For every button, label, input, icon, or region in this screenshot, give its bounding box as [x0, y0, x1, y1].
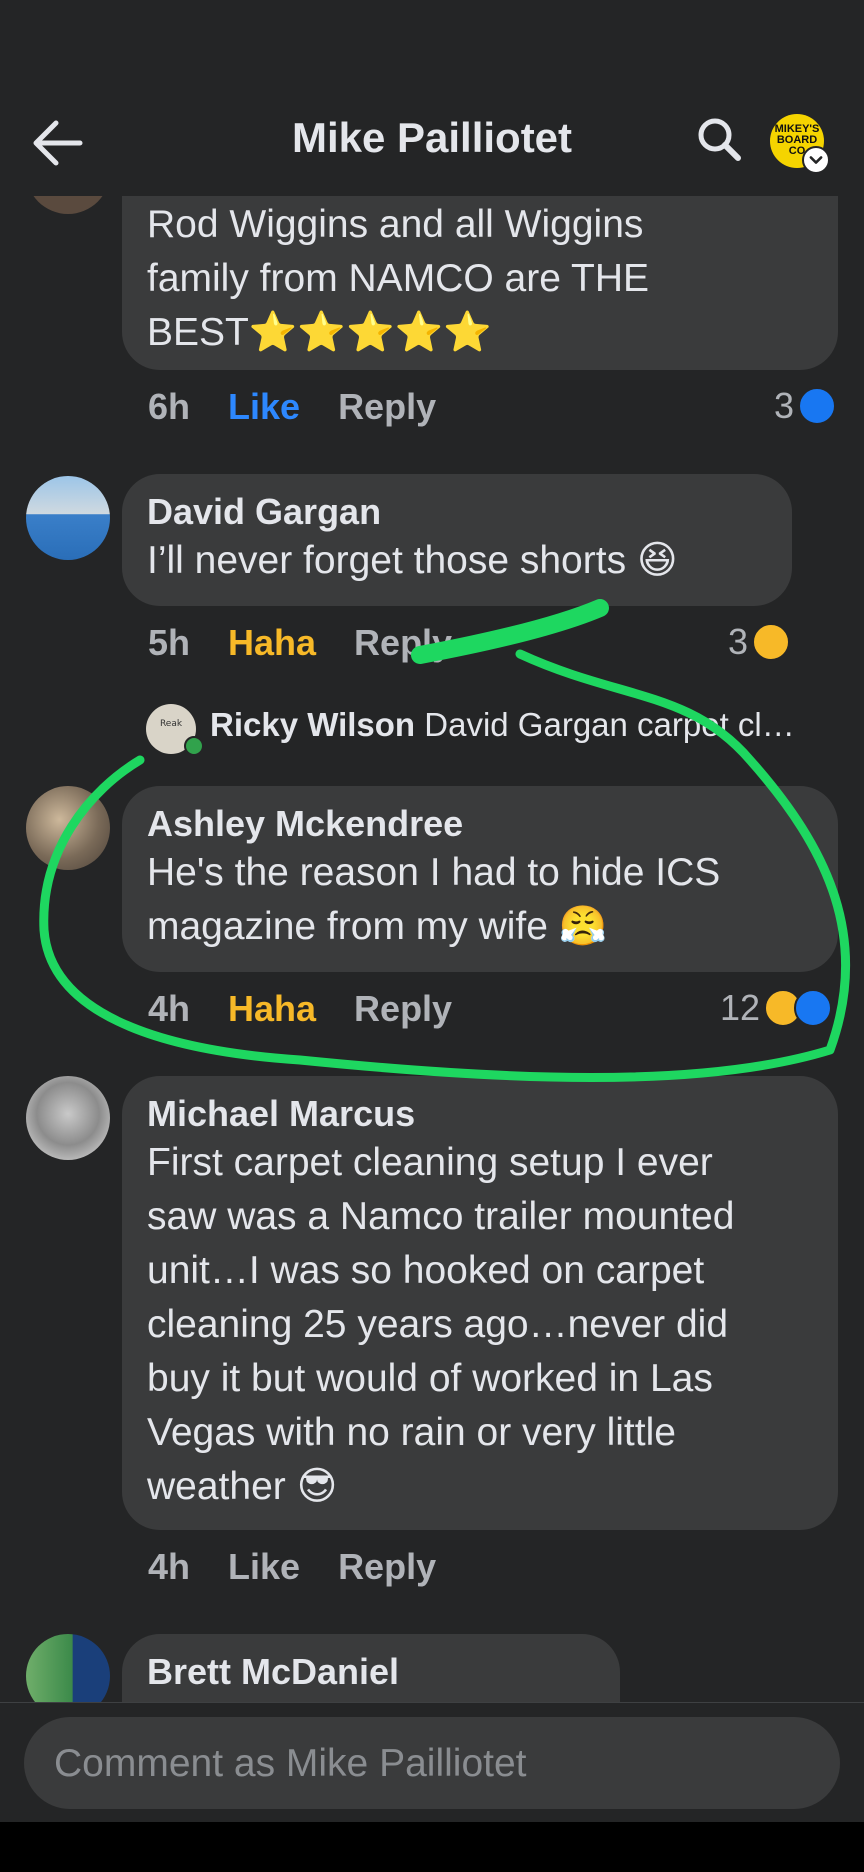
commenter-avatar[interactable] — [26, 1076, 110, 1160]
comment-text-line: buy it but would of worked in Las — [147, 1357, 713, 1400]
commenter-name[interactable]: Brett McDaniel — [147, 1650, 594, 1694]
like-button[interactable]: Like — [228, 1546, 300, 1587]
reply-button[interactable]: Reply — [354, 622, 452, 663]
comment-bubble[interactable]: Ashley Mckendree He's the reason I had t… — [122, 786, 838, 972]
comment-actions: 5h Haha Reply — [148, 622, 490, 664]
reaction-summary[interactable]: 3 — [728, 621, 791, 662]
haha-button[interactable]: Haha — [228, 622, 316, 663]
commenter-avatar[interactable] — [26, 1634, 110, 1702]
comment-time: 5h — [148, 622, 191, 663]
comment-text-line: cleaning 25 years ago…never did — [147, 1303, 729, 1346]
commenter-avatar[interactable] — [26, 476, 110, 560]
reply-button[interactable]: Reply — [338, 386, 436, 427]
comment-text-line: unit…I was so hooked on carpet — [147, 1249, 705, 1292]
reply-preview-text: David Gargan carpet cl… — [424, 706, 795, 743]
comment-input[interactable] — [52, 1717, 816, 1811]
comment-actions: 4h Haha Reply — [148, 988, 490, 1030]
comment-composer[interactable] — [24, 1717, 840, 1811]
comment-actions: 6h Like Reply — [148, 386, 474, 428]
comment-text-line: He's the reason I had to hide ICS — [147, 851, 721, 894]
reply-author-name[interactable]: Ricky Wilson — [210, 706, 415, 743]
reaction-count: 3 — [728, 621, 749, 662]
comment-time: 4h — [148, 1546, 191, 1587]
commenter-avatar[interactable] — [26, 786, 110, 870]
comment-text-line: magazine from my wife 😤 — [147, 905, 608, 948]
commenter-name[interactable]: David Gargan — [147, 490, 766, 534]
reply-button[interactable]: Reply — [338, 1546, 436, 1587]
chevron-down-icon[interactable] — [802, 146, 830, 174]
like-reaction-icon — [798, 387, 837, 425]
comment-actions: 4h Like Reply — [148, 1546, 474, 1588]
comment-time: 6h — [148, 386, 191, 427]
reply-preview[interactable]: Ricky Wilson David Gargan carpet cl… — [148, 706, 795, 744]
comment-bubble[interactable]: Brett McDaniel — [122, 1634, 620, 1702]
comment-text-line: I’ll never forget those shorts 😆 — [147, 539, 678, 582]
haha-button[interactable]: Haha — [228, 988, 316, 1029]
like-button[interactable]: Like — [228, 386, 300, 427]
like-reaction-icon — [794, 989, 833, 1027]
reply-button[interactable]: Reply — [354, 988, 452, 1029]
haha-reaction-icon — [752, 623, 791, 661]
reaction-summary[interactable]: 12 — [720, 987, 833, 1028]
reaction-summary[interactable]: 3 — [774, 385, 837, 426]
comment-text-line: weather 😎 — [147, 1465, 338, 1508]
comment-text-line: Rod Wiggins and all Wiggins — [147, 203, 644, 246]
commenter-name[interactable]: Michael Marcus — [147, 1092, 812, 1136]
comment-text-line: family from NAMCO are THE — [147, 257, 650, 300]
comments-feed[interactable]: Rod Wiggins and all Wiggins family from … — [0, 0, 864, 1702]
commenter-name[interactable]: Ashley Mckendree — [147, 802, 812, 846]
comment-composer-bar — [0, 1702, 864, 1823]
comment-text-line: saw was a Namco trailer mounted — [147, 1195, 735, 1238]
comment-time: 4h — [148, 988, 191, 1029]
comment-text-line: Vegas with no rain or very little — [147, 1411, 676, 1454]
system-nav-bar — [0, 1822, 864, 1872]
top-bar: Mike Pailliotet MIKEY'S BOARD CO — [0, 0, 864, 196]
comment-text-line: BEST⭐⭐⭐⭐⭐ — [147, 311, 492, 354]
reaction-count: 3 — [774, 385, 795, 426]
comment-text-line: First carpet cleaning setup I ever — [147, 1141, 713, 1184]
reaction-count: 12 — [720, 987, 761, 1028]
comment-bubble[interactable]: Michael Marcus First carpet cleaning set… — [122, 1076, 838, 1530]
comment-bubble[interactable]: David Gargan I’ll never forget those sho… — [122, 474, 792, 606]
search-icon[interactable] — [696, 116, 742, 162]
